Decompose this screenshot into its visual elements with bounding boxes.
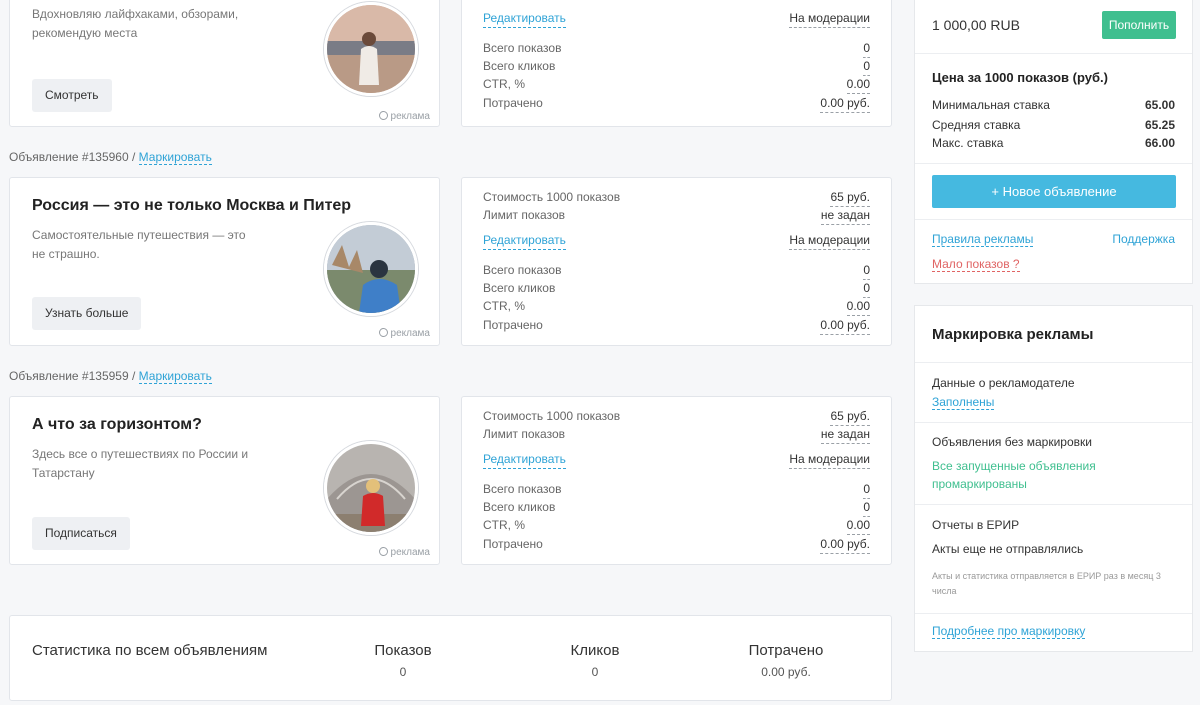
info-icon	[378, 328, 388, 337]
balance-amount: 1 000,00 RUB	[932, 17, 1020, 33]
stats-row-cost: Стоимость 1000 показов 65 руб.	[483, 409, 870, 427]
mark-ad-link[interactable]: Маркировать	[138, 150, 212, 165]
edit-link[interactable]: Редактировать	[483, 233, 566, 250]
promo-label: реклама	[378, 547, 430, 558]
marking-title: Маркировка рекламы	[932, 326, 1094, 343]
unmarked-ads-status: Все запущенные объявления промаркированы	[932, 459, 1096, 491]
promo-label: реклама	[378, 111, 430, 122]
stats-row-impressions: Всего показов 0	[483, 41, 870, 59]
divider	[915, 219, 1192, 220]
divider	[915, 163, 1192, 164]
advertiser-data-label: Данные о рекламодателе	[932, 376, 1075, 390]
marking-more-link[interactable]: Подробнее про маркировку	[932, 624, 1086, 639]
stats-row-edit: Редактировать На модерации	[483, 11, 870, 29]
ad-cta-button[interactable]: Подписаться	[32, 517, 130, 550]
min-rate-value: 65.00	[1144, 98, 1175, 112]
stats-row-ctr: CTR, % 0.00	[483, 518, 870, 536]
stats-row-ctr: CTR, % 0.00	[483, 299, 870, 317]
stats-row-spent: Потрачено 0.00 руб.	[483, 537, 870, 555]
ad-cta-button[interactable]: Смотреть	[32, 79, 112, 112]
ad-cta-button[interactable]: Узнать больше	[32, 297, 142, 330]
moderation-status[interactable]: На модерации	[789, 11, 870, 28]
stats-row-clicks: Всего кликов 0	[483, 59, 870, 77]
marking-panel: Маркировка рекламы Данные о рекламодател…	[914, 305, 1193, 652]
stats-row-limit: Лимит показов не задан	[483, 208, 870, 226]
erir-note: Акты и статистика отправляется в ЕРИР ра…	[932, 571, 1161, 596]
erir-reports-label: Отчеты в ЕРИР	[932, 518, 1020, 532]
topup-button[interactable]: Пополнить	[1102, 11, 1176, 39]
ad-description: Вдохновляю лайфхаками, обзорами, рекомен…	[32, 7, 239, 40]
avg-rate-label: Средняя ставка	[932, 118, 1021, 132]
avg-rate-value: 65.25	[1144, 118, 1175, 132]
divider	[915, 504, 1192, 505]
divider	[915, 362, 1192, 363]
stats-row-edit: Редактировать На модерации	[483, 452, 870, 470]
ad-preview-card: Россия — это не только Москва и Питер Са…	[9, 177, 440, 346]
promo-label: реклама	[378, 328, 430, 339]
stats-row-clicks: Всего кликов 0	[483, 500, 870, 518]
avatar-photo	[327, 225, 415, 313]
edit-link[interactable]: Редактировать	[483, 11, 566, 28]
ad-description: Здесь все о путешествиях по России и Тат…	[32, 447, 249, 480]
ad-stats-card: Стоимость 1000 показов 65 руб. Лимит пок…	[461, 396, 892, 565]
support-link[interactable]: Поддержка	[1112, 232, 1175, 246]
max-rate-label: Макс. ставка	[932, 136, 1004, 150]
ad-stats-card: Редактировать На модерации Всего показов…	[461, 0, 892, 127]
ad-preview-card: Вдохновляю лайфхаками, обзорами, рекомен…	[9, 0, 440, 127]
ad-id-label: Объявление #135959 / Маркировать	[9, 369, 212, 384]
stats-row-cost: Стоимость 1000 показов 65 руб.	[483, 190, 870, 208]
moderation-status[interactable]: На модерации	[789, 452, 870, 469]
divider	[915, 53, 1192, 54]
edit-link[interactable]: Редактировать	[483, 452, 566, 469]
info-icon	[378, 547, 388, 556]
summary-spent: Потрачено 0.00 руб.	[748, 642, 824, 679]
stats-row-clicks: Всего кликов 0	[483, 281, 870, 299]
stats-row-spent: Потрачено 0.00 руб.	[483, 318, 870, 336]
min-rate-label: Минимальная ставка	[932, 98, 1050, 112]
ad-avatar	[324, 441, 418, 535]
stats-row-impressions: Всего показов 0	[483, 263, 870, 281]
balance-panel: 1 000,00 RUB Пополнить Цена за 1000 пока…	[914, 0, 1193, 284]
summary-title: Статистика по всем объявлениям	[32, 642, 268, 659]
new-ad-button[interactable]: + Новое объявление	[932, 175, 1176, 208]
ad-avatar	[324, 2, 418, 96]
ad-description: Самостоятельные путешествия — это не стр…	[32, 228, 246, 261]
avatar-photo	[327, 5, 415, 93]
stats-row-spent: Потрачено 0.00 руб.	[483, 96, 870, 114]
summary-impressions: Показов 0	[374, 642, 432, 679]
price-title: Цена за 1000 показов (руб.)	[932, 70, 1108, 85]
ad-preview-card: А что за горизонтом? Здесь все о путешес…	[9, 396, 440, 565]
ad-id-label: Объявление #135960 / Маркировать	[9, 150, 212, 165]
stats-row-impressions: Всего показов 0	[483, 482, 870, 500]
unmarked-ads-label: Объявления без маркировки	[932, 435, 1092, 449]
stats-row-limit: Лимит показов не задан	[483, 427, 870, 445]
stats-row-ctr: CTR, % 0.00	[483, 77, 870, 95]
advertiser-data-link[interactable]: Заполнены	[932, 395, 995, 410]
ad-avatar	[324, 222, 418, 316]
summary-stats-card: Статистика по всем объявлениям Показов 0…	[9, 615, 892, 701]
erir-reports-status: Акты еще не отправлялись	[932, 542, 1084, 556]
few-impressions-link[interactable]: Мало показов ?	[932, 257, 1020, 272]
ad-title: Россия — это не только Москва и Питер	[32, 197, 352, 214]
info-icon	[378, 111, 388, 120]
mark-ad-link[interactable]: Маркировать	[138, 369, 212, 384]
summary-clicks: Кликов 0	[570, 642, 620, 679]
max-rate-value: 66.00	[1144, 136, 1175, 150]
divider	[915, 422, 1192, 423]
stats-row-edit: Редактировать На модерации	[483, 233, 870, 251]
avatar-photo	[327, 444, 415, 532]
moderation-status[interactable]: На модерации	[789, 233, 870, 250]
divider	[915, 613, 1192, 614]
ad-stats-card: Стоимость 1000 показов 65 руб. Лимит пок…	[461, 177, 892, 346]
ad-rules-link[interactable]: Правила рекламы	[932, 232, 1034, 247]
ad-title: А что за горизонтом?	[32, 416, 202, 433]
